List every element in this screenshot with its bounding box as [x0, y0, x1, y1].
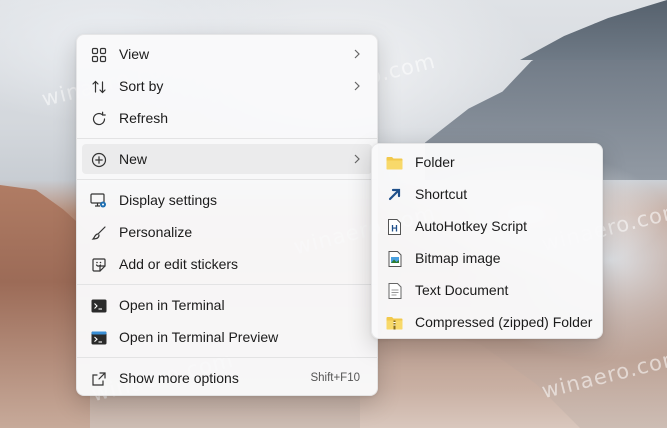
terminal-icon: [90, 297, 107, 314]
submenu-item-text-document[interactable]: Text Document: [377, 275, 597, 305]
share-icon: [90, 370, 107, 387]
menu-item-add-edit-stickers[interactable]: Add or edit stickers: [82, 249, 372, 279]
menu-separator: [77, 138, 377, 139]
submenu-item-label: AutoHotkey Script: [415, 218, 528, 234]
menu-item-view[interactable]: View: [82, 39, 372, 69]
menu-item-label: Display settings: [119, 192, 218, 208]
menu-separator: [77, 357, 377, 358]
submenu-item-shortcut[interactable]: Shortcut: [377, 179, 597, 209]
submenu-item-bitmap-image[interactable]: Bitmap image: [377, 243, 597, 273]
menu-item-open-in-terminal-preview[interactable]: Open in Terminal Preview: [82, 322, 372, 352]
chevron-right-icon: [354, 49, 360, 59]
autohotkey-icon: H: [386, 218, 403, 235]
menu-separator: [77, 179, 377, 180]
chevron-right-icon: [354, 154, 360, 164]
shortcut-arrow-icon: [386, 186, 403, 203]
desktop-context-menu: View Sort by Refresh New Display setting…: [76, 34, 378, 396]
menu-item-label: New: [119, 151, 148, 167]
menu-item-show-more-options[interactable]: Show more options Shift+F10: [82, 363, 372, 393]
menu-item-open-in-terminal[interactable]: Open in Terminal: [82, 290, 372, 320]
watermark: winaero.com: [539, 344, 667, 404]
brush-icon: [90, 224, 107, 241]
menu-item-personalize[interactable]: Personalize: [82, 217, 372, 247]
submenu-item-folder[interactable]: Folder: [377, 147, 597, 177]
menu-item-label: Refresh: [119, 110, 169, 126]
menu-item-sort-by[interactable]: Sort by: [82, 71, 372, 101]
menu-item-label: View: [119, 46, 150, 62]
submenu-item-compressed-folder[interactable]: Compressed (zipped) Folder: [377, 307, 597, 337]
plus-circle-icon: [90, 151, 107, 168]
keyboard-shortcut: Shift+F10: [310, 372, 360, 384]
submenu-item-label: Bitmap image: [415, 250, 501, 266]
display-settings-icon: [90, 192, 107, 209]
submenu-item-label: Folder: [415, 154, 455, 170]
menu-item-display-settings[interactable]: Display settings: [82, 185, 372, 215]
menu-item-refresh[interactable]: Refresh: [82, 103, 372, 133]
folder-icon: [386, 154, 403, 171]
bitmap-icon: [386, 250, 403, 267]
new-submenu: Folder Shortcut H AutoHotkey Script Bitm…: [371, 143, 603, 339]
mountain-ridge: [520, 0, 667, 60]
sort-icon: [90, 78, 107, 95]
menu-item-label: Personalize: [119, 224, 193, 240]
chevron-right-icon: [354, 81, 360, 91]
menu-item-new[interactable]: New: [82, 144, 372, 174]
menu-item-label: Open in Terminal Preview: [119, 329, 279, 345]
submenu-item-label: Compressed (zipped) Folder: [415, 314, 593, 330]
submenu-item-label: Shortcut: [415, 186, 468, 202]
terminal-preview-icon: [90, 329, 107, 346]
grid-icon: [90, 46, 107, 63]
submenu-item-label: Text Document: [415, 282, 509, 298]
sticker-icon: [90, 256, 107, 273]
menu-item-label: Open in Terminal: [119, 297, 225, 313]
menu-item-label: Show more options: [119, 370, 239, 386]
svg-text:H: H: [391, 223, 398, 233]
menu-item-label: Add or edit stickers: [119, 256, 239, 272]
text-document-icon: [386, 282, 403, 299]
menu-item-label: Sort by: [119, 78, 164, 94]
refresh-icon: [90, 110, 107, 127]
zip-folder-icon: [386, 314, 403, 331]
menu-separator: [77, 284, 377, 285]
submenu-item-autohotkey-script[interactable]: H AutoHotkey Script: [377, 211, 597, 241]
